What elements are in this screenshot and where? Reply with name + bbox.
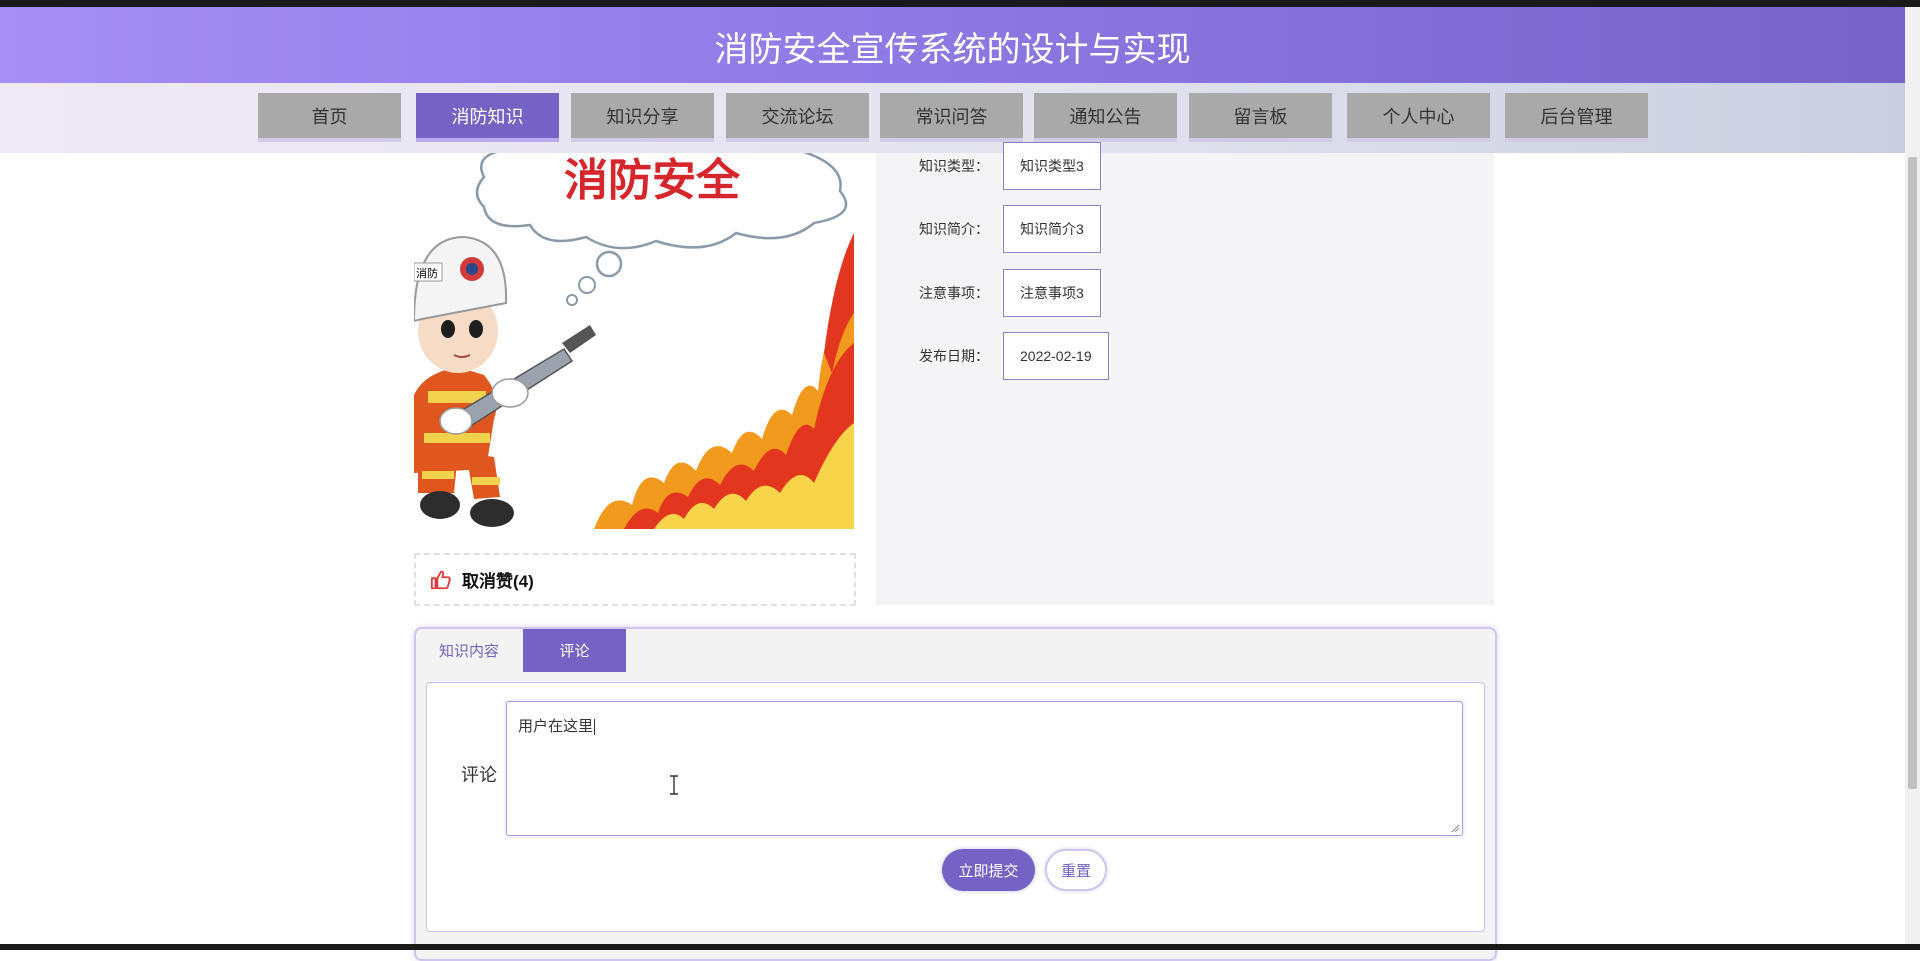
detail-label-intro: 知识简介： (919, 221, 989, 237)
detail-label-type: 知识类型： (919, 158, 989, 174)
resize-grip-icon[interactable] (1451, 824, 1460, 833)
detail-row-type: 知识类型： 知识类型3 (919, 141, 1101, 191)
unlike-button[interactable]: 取消赞(4) (462, 567, 534, 592)
site-header: 消防安全宣传系统的设计与实现 (0, 7, 1905, 83)
nav-item-notices[interactable]: 通知公告 (1034, 93, 1177, 142)
knowledge-details-panel: 知识类型： 知识类型3 知识简介： 知识简介3 注意事项： 注意事项3 发布日期… (876, 142, 1494, 605)
screen-top-edge (0, 0, 1920, 7)
nav-item-knowledge-share[interactable]: 知识分享 (571, 93, 714, 142)
nav-item-home[interactable]: 首页 (258, 93, 401, 142)
detail-value-date: 2022-02-19 (1003, 332, 1109, 380)
detail-value-intro: 知识简介3 (1003, 205, 1101, 253)
comment-textarea[interactable]: 用户在这里 (506, 701, 1463, 836)
nav-item-message-board[interactable]: 留言板 (1189, 93, 1332, 142)
detail-value-type: 知识类型3 (1003, 142, 1101, 190)
submit-button[interactable]: 立即提交 (942, 849, 1035, 891)
helmet-badge-text: 消防 (416, 266, 438, 280)
comment-text: 用户在这里 (518, 718, 596, 736)
text-cursor-icon (670, 775, 678, 795)
comment-label: 评论 (461, 765, 497, 785)
screen-bottom-edge (0, 944, 1920, 950)
site-title: 消防安全宣传系统的设计与实现 (714, 30, 1191, 69)
comment-form: 评论 用户在这里 立即提交 重置 (426, 682, 1485, 932)
knowledge-image: 消防安全 消防 (414, 153, 854, 529)
firefighter-illustration: 消防安全 消防 (414, 153, 854, 529)
detail-label-notes: 注意事项： (919, 285, 989, 301)
like-panel: 取消赞(4) (414, 553, 856, 606)
nav-item-user-center[interactable]: 个人中心 (1347, 93, 1490, 142)
nav-item-admin[interactable]: 后台管理 (1505, 93, 1648, 142)
nav-item-fire-knowledge[interactable]: 消防知识 (416, 93, 559, 142)
page-scrollbar-thumb[interactable] (1908, 157, 1917, 789)
detail-row-intro: 知识简介： 知识简介3 (919, 204, 1101, 254)
nav-item-forum[interactable]: 交流论坛 (726, 93, 869, 142)
reset-button[interactable]: 重置 (1045, 849, 1107, 891)
content-tabs-card: 知识内容 评论 评论 用户在这里 立即提交 重置 (414, 627, 1497, 961)
detail-label-date: 发布日期： (919, 348, 989, 364)
tab-comments[interactable]: 评论 (523, 629, 626, 672)
thumbs-up-icon[interactable] (430, 569, 452, 591)
nav-item-qa[interactable]: 常识问答 (880, 93, 1023, 142)
detail-row-date: 发布日期： 2022-02-19 (919, 331, 1109, 381)
detail-row-notes: 注意事项： 注意事项3 (919, 268, 1101, 318)
tab-knowledge-content[interactable]: 知识内容 (416, 629, 522, 672)
hero-banner-text: 消防安全 (564, 155, 741, 206)
detail-value-notes: 注意事项3 (1003, 269, 1101, 317)
